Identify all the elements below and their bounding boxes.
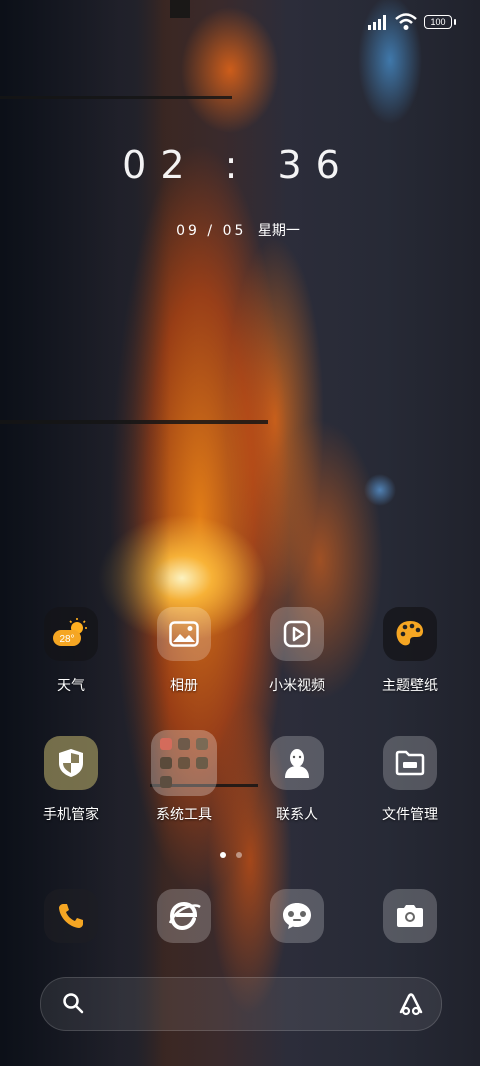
page-indicator[interactable] <box>220 852 242 858</box>
dock-phone[interactable] <box>44 889 98 943</box>
dock-camera[interactable] <box>383 889 437 943</box>
mini-app-icon <box>178 756 190 769</box>
app-label: 天气 <box>57 678 85 694</box>
clock-time-text: 02 : 36 <box>122 143 354 187</box>
app-themes[interactable]: 主题壁纸 <box>355 607 465 695</box>
gallery-icon <box>157 607 211 661</box>
search-icon[interactable] <box>61 991 85 1015</box>
shield-icon <box>44 736 98 790</box>
weekday-text: 星期一 <box>257 223 300 239</box>
palette-icon <box>383 607 437 661</box>
app-label: 相册 <box>170 678 198 694</box>
dock-browser[interactable] <box>157 889 211 943</box>
status-bar: 100 <box>0 0 480 44</box>
video-icon <box>270 607 324 661</box>
folder-icon <box>151 730 217 796</box>
mini-app-icon <box>160 756 172 769</box>
date-text: 09 / 05 <box>176 223 247 239</box>
app-label: 手机管家 <box>43 807 99 823</box>
weather-icon: 28° <box>44 607 98 661</box>
clock-date[interactable]: 09 / 05 星期一 <box>0 220 476 240</box>
app-label: 小米视频 <box>269 678 325 694</box>
app-security[interactable]: 手机管家 <box>16 736 126 824</box>
search-bar[interactable] <box>40 977 442 1031</box>
assistant-icon[interactable] <box>397 990 425 1018</box>
battery-icon: 100 <box>424 15 452 29</box>
phone-icon <box>59 904 83 928</box>
contact-icon <box>270 736 324 790</box>
page-dot-1[interactable] <box>220 852 226 858</box>
wallpaper-wire <box>0 420 268 424</box>
wallpaper-wire <box>0 96 232 99</box>
app-folder-system-tools[interactable]: 系统工具 <box>129 730 239 824</box>
signal-icon <box>368 15 386 30</box>
weather-badge: 28° <box>59 634 74 645</box>
file-manager-icon <box>383 736 437 790</box>
app-label: 主题壁纸 <box>382 678 438 694</box>
dock-messages[interactable] <box>270 889 324 943</box>
mini-app-icon <box>196 756 208 769</box>
app-gallery[interactable]: 相册 <box>129 607 239 695</box>
app-file-manager[interactable]: 文件管理 <box>355 736 465 824</box>
mini-app-icon <box>196 738 208 751</box>
app-label: 文件管理 <box>382 807 438 823</box>
browser-icon <box>168 901 201 931</box>
mini-app-icon <box>160 738 172 751</box>
battery-tip <box>454 19 456 25</box>
page-dot-2[interactable] <box>236 852 242 858</box>
app-video[interactable]: 小米视频 <box>242 607 352 695</box>
clock-time[interactable]: 02 : 36 <box>0 142 476 188</box>
messages-icon <box>283 903 311 929</box>
camera-icon <box>397 905 423 927</box>
mini-app-icon <box>178 738 190 751</box>
wifi-icon <box>395 13 417 30</box>
app-weather[interactable]: 28° 天气 <box>16 607 126 695</box>
app-label: 系统工具 <box>156 807 212 823</box>
app-label: 联系人 <box>276 807 318 823</box>
battery-level: 100 <box>430 17 446 27</box>
app-contacts[interactable]: 联系人 <box>242 736 352 824</box>
mini-app-icon <box>160 775 172 788</box>
